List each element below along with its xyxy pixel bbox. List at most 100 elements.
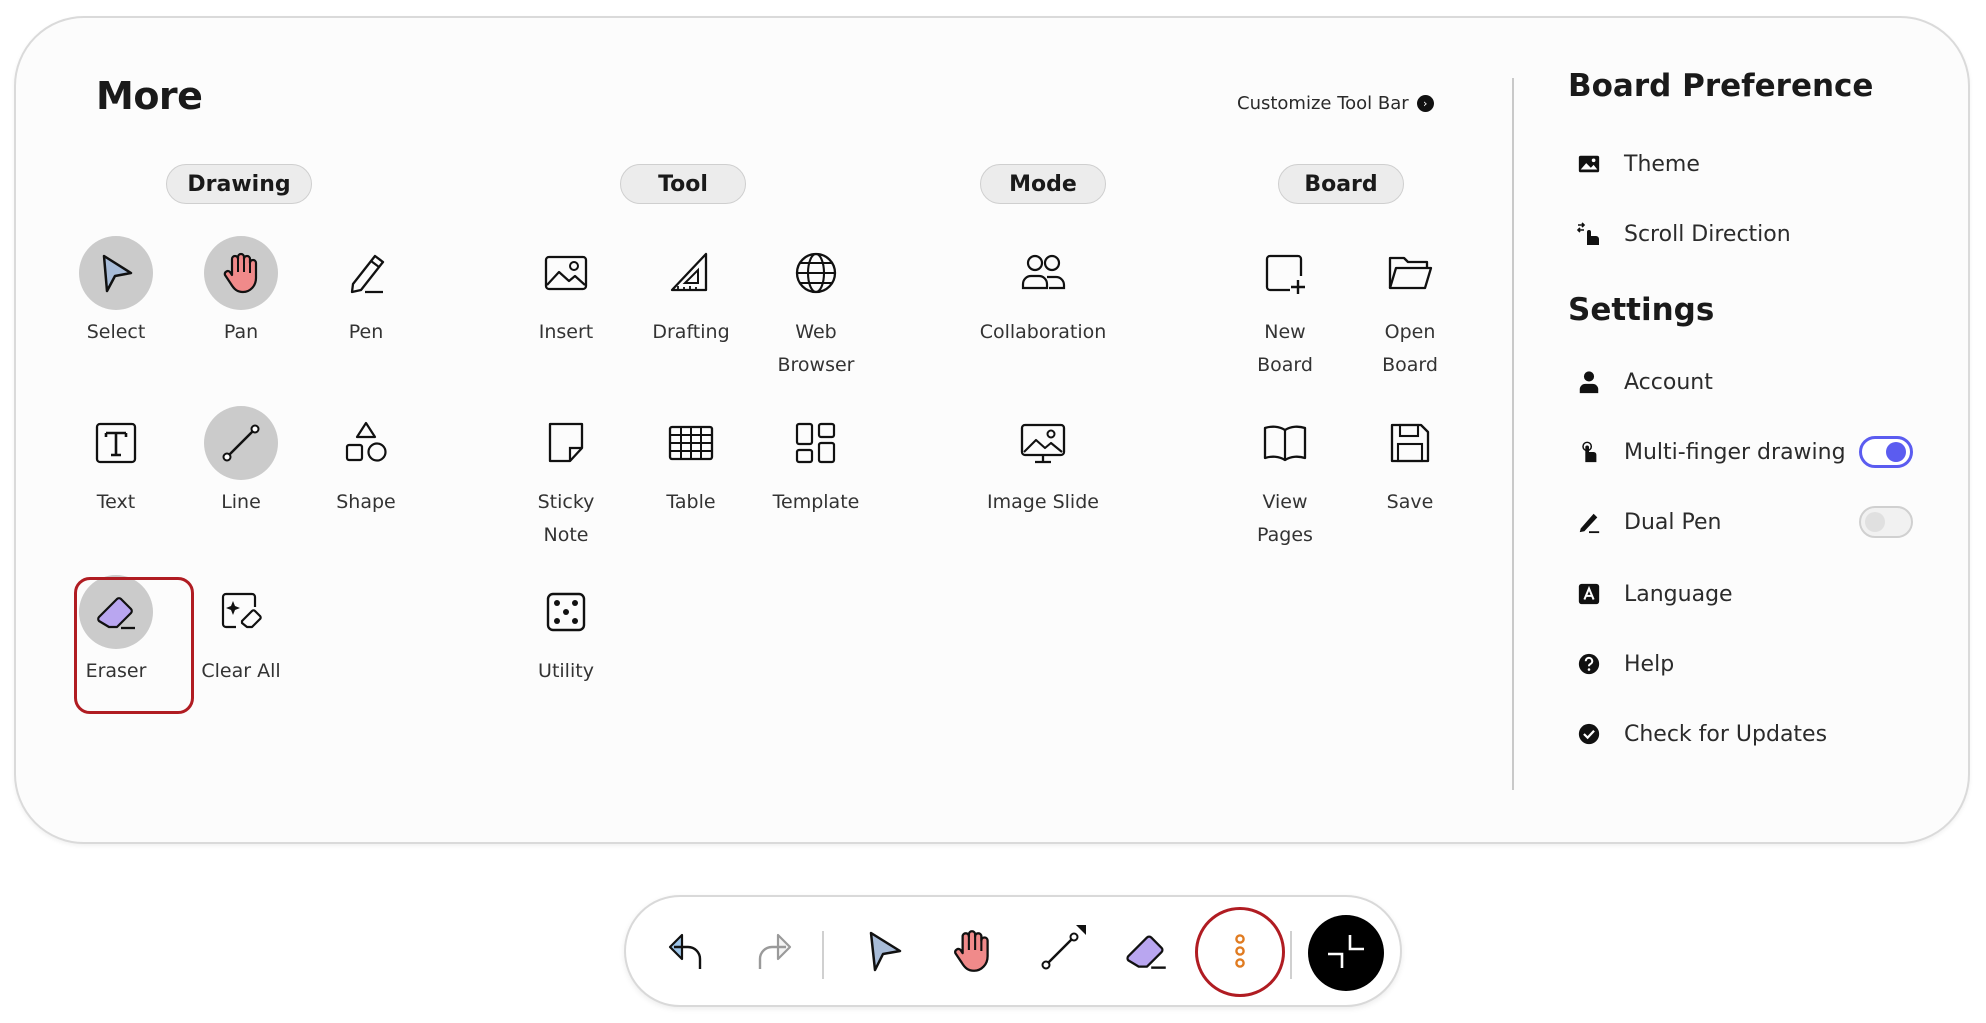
set-square-icon [654,236,728,310]
account-item[interactable]: Account [1576,362,1713,402]
theme-label: Theme [1624,151,1700,177]
scroll-direction-label: Scroll Direction [1624,221,1791,247]
line-icon [1034,925,1086,981]
tool-label: Pen [348,321,384,343]
select-arrow-icon [79,236,153,310]
tool-label: Text [96,491,136,513]
redo-button[interactable] [738,917,810,989]
tool-clear-all[interactable]: Clear All [178,575,304,688]
panel-divider [1512,78,1514,790]
dice-icon [529,575,603,649]
scroll-direction-item[interactable]: Scroll Direction [1576,214,1791,254]
tool-line[interactable]: Line [178,406,304,519]
tool-label: Shape [336,491,396,513]
theme-item[interactable]: Theme [1576,144,1700,184]
pen-icon [329,236,403,310]
tool-pen[interactable]: Pen [303,236,429,349]
tool-collaboration[interactable]: Collaboration [980,236,1106,349]
tool-label: Web Browser [777,321,855,376]
tool-new-board[interactable]: New Board [1222,236,1348,382]
tool-template[interactable]: Template [753,406,879,519]
table-icon [654,406,728,480]
eraser-button[interactable] [1110,917,1182,989]
category-board: Board [1278,164,1404,204]
account-label: Account [1624,369,1713,395]
person-icon [1576,369,1602,395]
settings-title: Settings [1568,292,1715,328]
tool-shape[interactable]: Shape [303,406,429,519]
dual-pen-item[interactable]: Dual Pen [1576,502,1721,542]
pan-button[interactable] [936,917,1008,989]
people-icon [1006,236,1080,310]
tool-label: Open Board [1382,321,1438,376]
tool-label: Pan [223,321,259,343]
bottom-toolbar [624,895,1402,1007]
clear-all-icon [204,575,278,649]
line-button[interactable] [1024,917,1096,989]
tool-view-pages[interactable]: View Pages [1222,406,1348,552]
customize-toolbar-label: Customize Tool Bar [1237,93,1409,114]
tool-pan[interactable]: Pan [178,236,304,349]
tool-web-browser[interactable]: Web Browser [753,236,879,382]
tool-insert[interactable]: Insert [503,236,629,349]
customize-toolbar-link[interactable]: Customize Tool Bar › [1237,93,1434,114]
board-preference-title: Board Preference [1568,68,1874,104]
tool-sticky-note[interactable]: Sticky Note [503,406,629,552]
line-icon [204,406,278,480]
check-updates-item[interactable]: Check for Updates [1576,714,1827,754]
eraser-icon [1120,925,1172,981]
tool-save[interactable]: Save [1347,406,1473,519]
book-icon [1248,406,1322,480]
tool-open-board[interactable]: Open Board [1347,236,1473,382]
toolbar-separator [1290,931,1292,979]
tool-label: Table [666,491,716,513]
panel-title: More [96,74,203,118]
tool-select[interactable]: Select [53,236,179,349]
tool-label: New Board [1257,321,1313,376]
dual-pen-icon [1576,509,1602,535]
tool-label: Utility [538,660,594,682]
globe-icon [779,236,853,310]
collapse-icon [1320,925,1372,981]
tool-label: Drafting [652,321,730,343]
undo-icon [660,925,712,981]
tool-label: Save [1386,491,1434,513]
multi-finger-item[interactable]: Multi-finger drawing [1576,432,1846,472]
tool-drafting[interactable]: Drafting [628,236,754,349]
check-circle-icon [1576,721,1602,747]
language-icon [1576,581,1602,607]
tool-label: Clear All [201,660,281,682]
tool-label: View Pages [1257,491,1313,546]
pan-hand-icon [204,236,278,310]
scroll-hand-icon [1576,221,1602,247]
image-icon [529,236,603,310]
category-mode: Mode [980,164,1106,204]
undo-button[interactable] [650,917,722,989]
tool-image-slide[interactable]: Image Slide [980,406,1106,519]
help-item[interactable]: Help [1576,644,1674,684]
floppy-disk-icon [1373,406,1447,480]
touch-hand-icon [1576,439,1602,465]
check-updates-label: Check for Updates [1624,721,1828,747]
multi-finger-label: Multi-finger drawing [1624,439,1846,465]
help-icon [1576,651,1602,677]
tool-table[interactable]: Table [628,406,754,519]
language-item[interactable]: Language [1576,574,1733,614]
tool-text[interactable]: Text [53,406,179,519]
tool-label: Collaboration [979,321,1107,343]
more-panel: More Customize Tool Bar › Drawing Tool M… [14,16,1970,844]
chevron-right-icon: › [1416,95,1434,112]
category-drawing: Drawing [166,164,312,204]
collapse-button[interactable] [1308,915,1384,991]
shape-icon [329,406,403,480]
multi-finger-toggle[interactable] [1859,436,1913,468]
tool-label: Template [772,491,860,513]
tool-utility[interactable]: Utility [503,575,629,688]
tool-label: Sticky Note [537,491,595,546]
category-tool: Tool [620,164,746,204]
language-label: Language [1624,581,1733,607]
sticky-note-icon [529,406,603,480]
select-button[interactable] [848,917,920,989]
image-icon [1576,151,1602,177]
dual-pen-toggle[interactable] [1859,506,1913,538]
